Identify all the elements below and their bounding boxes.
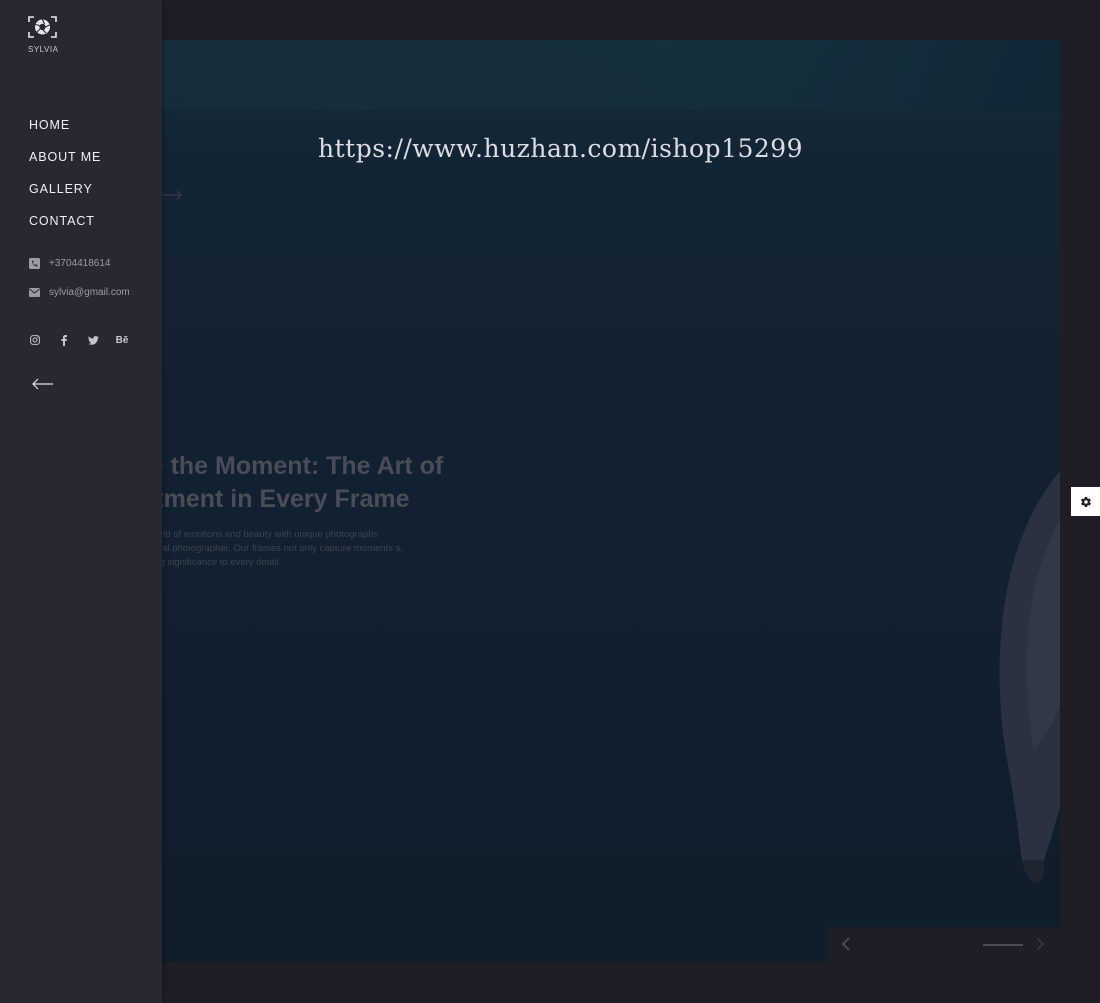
contact-phone[interactable]: +3704418614 [29, 258, 110, 269]
hero-description: a world of emotions and beauty with uniq… [162, 529, 403, 568]
chevron-right-icon[interactable] [1033, 936, 1047, 952]
arrow-left-icon[interactable] [32, 378, 54, 390]
dolphin-image [999, 471, 1060, 883]
logo[interactable]: SYLVIA [28, 16, 68, 54]
chevron-left-icon[interactable] [839, 936, 853, 952]
nav-item-gallery[interactable]: GALLERY [29, 181, 101, 213]
social-links: Bē [29, 334, 145, 346]
twitter-icon[interactable] [87, 334, 99, 346]
camera-aperture-icon [28, 16, 57, 38]
hero-title: re the Moment: The Art of ntment in Ever… [162, 452, 444, 513]
instagram-icon[interactable] [29, 334, 41, 346]
phone-number: +3704418614 [49, 258, 111, 269]
envelope-icon [29, 288, 40, 297]
logo-name: SYLVIA [28, 45, 59, 54]
hero-text-block: re the Moment: The Art of ntment in Ever… [162, 450, 480, 570]
hero-arrow-icon[interactable] [162, 190, 182, 200]
main-nav: HOME ABOUT ME GALLERY CONTACT [29, 117, 101, 245]
slider-progress-bar [983, 944, 1023, 946]
nav-item-about-me[interactable]: ABOUT ME [29, 149, 101, 181]
settings-button[interactable] [1071, 487, 1100, 516]
watermark-text: https://www.huzhan.com/ishop15299 [318, 134, 804, 163]
hero-slide: re the Moment: The Art of ntment in Ever… [162, 40, 1060, 962]
nav-item-home[interactable]: HOME [29, 117, 101, 149]
slider-nav [827, 927, 1060, 962]
phone-icon [29, 258, 40, 269]
behance-icon[interactable]: Bē [116, 334, 129, 346]
nav-item-contact[interactable]: CONTACT [29, 213, 101, 245]
email-address: sylvia@gmail.com [49, 287, 130, 298]
facebook-icon[interactable] [58, 334, 70, 346]
contact-email[interactable]: sylvia@gmail.com [29, 287, 130, 298]
gear-icon [1080, 496, 1091, 507]
sidebar: SYLVIA HOME ABOUT ME GALLERY CONTACT +37… [0, 0, 162, 1003]
